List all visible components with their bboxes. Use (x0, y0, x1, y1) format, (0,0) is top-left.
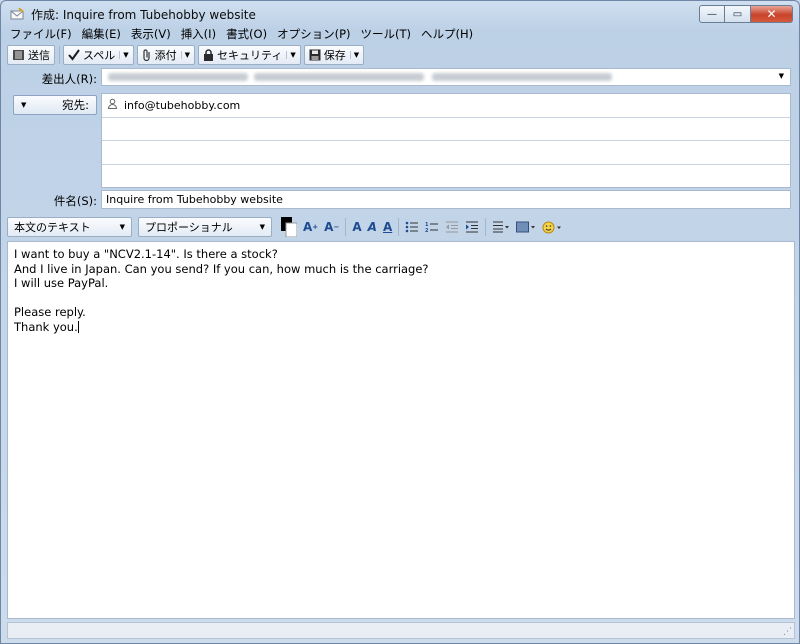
recipient-row[interactable]: info@tubehobby.com (102, 94, 790, 118)
format-separator (345, 218, 347, 236)
align-icon[interactable] (492, 221, 510, 233)
menu-view[interactable]: 表示(V) (126, 26, 176, 42)
menu-bar: ファイル(F) 編集(E) 表示(V) 挿入(I) 書式(O) オプション(P)… (5, 25, 478, 43)
recipient-row[interactable] (102, 141, 790, 165)
font-larger-icon[interactable]: A + (303, 220, 318, 234)
body-line (14, 291, 788, 306)
menu-file[interactable]: ファイル(F) (5, 26, 77, 42)
contact-icon (107, 98, 118, 112)
message-body-editor[interactable]: I want to buy a "NCV2.1-14". Is there a … (7, 241, 795, 619)
outdent-icon[interactable] (445, 221, 459, 233)
send-button[interactable]: 送信 (7, 45, 55, 65)
recipient-list: info@tubehobby.com (101, 93, 791, 188)
minimize-button[interactable]: — (699, 5, 725, 23)
body-line: Please reply. (14, 305, 86, 319)
window-controls: — ▭ ✕ (699, 5, 793, 23)
title-bar[interactable]: 作成: Inquire from Tubehobby website — ▭ ✕ (1, 1, 799, 27)
subject-label: 件名(S): (53, 194, 97, 208)
menu-edit[interactable]: 編集(E) (77, 26, 126, 42)
numbered-list-icon[interactable]: 12 (425, 221, 439, 233)
security-button[interactable]: セキュリティ ▼ (198, 45, 301, 65)
italic-icon[interactable]: A (368, 220, 377, 234)
body-line: And I live in Japan. Can you send? If yo… (14, 261, 429, 276)
recipient-address[interactable]: info@tubehobby.com (124, 99, 240, 112)
svg-text:2: 2 (425, 228, 429, 233)
resize-grip-icon[interactable]: ⋰ (783, 627, 792, 637)
from-address-redacted (254, 73, 424, 81)
chevron-down-icon: ▼ (259, 223, 265, 231)
paperclip-icon (142, 48, 152, 62)
chevron-down-icon[interactable]: ▼ (286, 51, 296, 59)
main-toolbar: 送信 スペル ▼ 添付 ▼ セキュリティ ▼ 保存 ▼ (7, 44, 367, 66)
font-smaller-icon[interactable]: A − (324, 220, 339, 234)
body-line-text: Thank you. (14, 319, 78, 334)
body-line: I want to buy a "NCV2.1-14". Is there a … (14, 247, 278, 261)
bold-icon[interactable]: A (352, 220, 361, 234)
send-icon (12, 49, 25, 61)
spell-button[interactable]: スペル ▼ (63, 45, 134, 65)
close-button[interactable]: ✕ (751, 5, 793, 23)
from-address-redacted (108, 73, 248, 81)
recipient-type-button[interactable]: ▼ 宛先: (13, 95, 97, 115)
menu-options[interactable]: オプション(P) (272, 26, 355, 42)
lock-icon (203, 49, 214, 61)
security-label: セキュリティ (217, 49, 283, 62)
text-cursor (77, 320, 79, 333)
format-toolbar: 本文のテキスト ▼ プロポーショナル ▼ A + A − A A A 12 (7, 215, 565, 239)
compose-app-icon (9, 7, 25, 21)
save-button[interactable]: 保存 ▼ (303, 45, 365, 65)
window-title: 作成: Inquire from Tubehobby website (31, 7, 256, 22)
status-bar: ⋰ (7, 622, 795, 639)
format-separator (398, 218, 400, 236)
underline-icon[interactable]: A (383, 220, 392, 234)
recipient-row[interactable] (102, 118, 790, 141)
paragraph-style-select[interactable]: 本文のテキスト ▼ (7, 217, 132, 237)
from-label: 差出人(R): (41, 72, 97, 86)
attach-label: 添付 (154, 49, 177, 62)
text-color-picker[interactable] (281, 217, 297, 237)
spell-label: スペル (83, 49, 116, 62)
body-line: Thank you. (14, 320, 788, 335)
maximize-button[interactable]: ▭ (725, 5, 751, 23)
font-value: プロポーショナル (145, 221, 233, 234)
menu-format[interactable]: 書式(O) (221, 26, 272, 42)
format-separator (485, 218, 487, 236)
menu-insert[interactable]: 挿入(I) (176, 26, 221, 42)
save-label: 保存 (323, 49, 346, 62)
from-address-redacted (432, 73, 612, 81)
paragraph-style-value: 本文のテキスト (14, 221, 91, 234)
checkmark-icon (68, 49, 80, 61)
chevron-down-icon[interactable]: ▼ (349, 51, 359, 59)
from-select[interactable]: ▼ (101, 68, 791, 86)
insert-image-icon[interactable] (516, 221, 536, 233)
floppy-disk-icon (309, 49, 321, 61)
chevron-down-icon[interactable]: ▼ (119, 51, 129, 59)
indent-icon[interactable] (465, 221, 479, 233)
chevron-down-icon: ▼ (21, 101, 27, 109)
recipient-row[interactable] (102, 165, 790, 189)
attach-button[interactable]: 添付 ▼ (136, 45, 196, 65)
bullet-list-icon[interactable] (405, 221, 419, 233)
toolbar-separator (59, 46, 60, 64)
menu-tools[interactable]: ツール(T) (356, 26, 417, 42)
subject-input[interactable]: Inquire from Tubehobby website (101, 190, 791, 209)
font-select[interactable]: プロポーショナル ▼ (138, 217, 272, 237)
chevron-down-icon: ▼ (119, 223, 125, 231)
compose-window: 作成: Inquire from Tubehobby website — ▭ ✕… (0, 0, 800, 644)
chevron-down-icon[interactable]: ▼ (779, 72, 784, 80)
chevron-down-icon[interactable]: ▼ (180, 51, 190, 59)
menu-help[interactable]: ヘルプ(H) (416, 26, 478, 42)
recipient-type-label: 宛先: (62, 98, 89, 112)
body-line: I will use PayPal. (14, 276, 109, 290)
send-label: 送信 (28, 49, 50, 62)
smiley-icon[interactable] (542, 221, 562, 234)
